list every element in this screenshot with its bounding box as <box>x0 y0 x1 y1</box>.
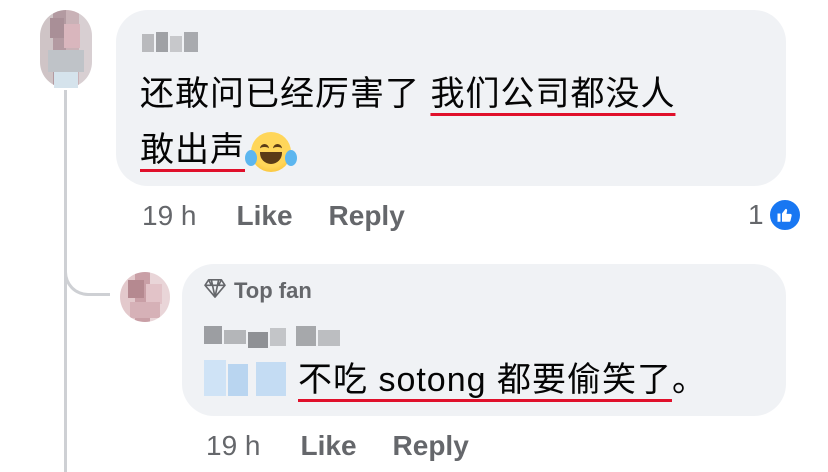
comment-bubble: 还敢问已经厉害了 我们公司都没人 敢出声 <box>116 10 786 186</box>
reply-like-button[interactable]: Like <box>301 430 357 461</box>
thumbs-up-icon <box>767 198 802 232</box>
comment-time[interactable]: 19 h <box>142 200 197 231</box>
replier-avatar[interactable] <box>120 272 170 322</box>
reply-reply-button[interactable]: Reply <box>393 430 469 461</box>
reply-actions: 19 h Like Reply <box>206 430 505 462</box>
top-fan-badge: Top fan <box>204 278 312 304</box>
diamond-icon <box>204 278 226 304</box>
top-fan-label: Top fan <box>234 278 312 303</box>
commenter-name-blurred[interactable] <box>142 32 202 54</box>
reply-button[interactable]: Reply <box>329 200 405 231</box>
reply-connector <box>64 250 110 296</box>
reaction-count: 1 <box>748 199 764 230</box>
reaction-summary[interactable]: 1 <box>748 198 802 232</box>
like-button[interactable]: Like <box>237 200 293 231</box>
mentioned-user-blurred[interactable] <box>204 360 294 398</box>
replier-name-blurred[interactable] <box>204 322 354 348</box>
reply-text: 不吃 sotong 都要偷笑了。 <box>298 361 707 399</box>
laughing-tears-emoji-icon <box>245 132 297 173</box>
comment-text: 还敢问已经厉害了 我们公司都没人 敢出声 <box>140 66 675 178</box>
commenter-avatar[interactable] <box>40 10 92 88</box>
comment-actions: 19 h Like Reply <box>142 200 441 232</box>
reply-time[interactable]: 19 h <box>206 430 261 461</box>
